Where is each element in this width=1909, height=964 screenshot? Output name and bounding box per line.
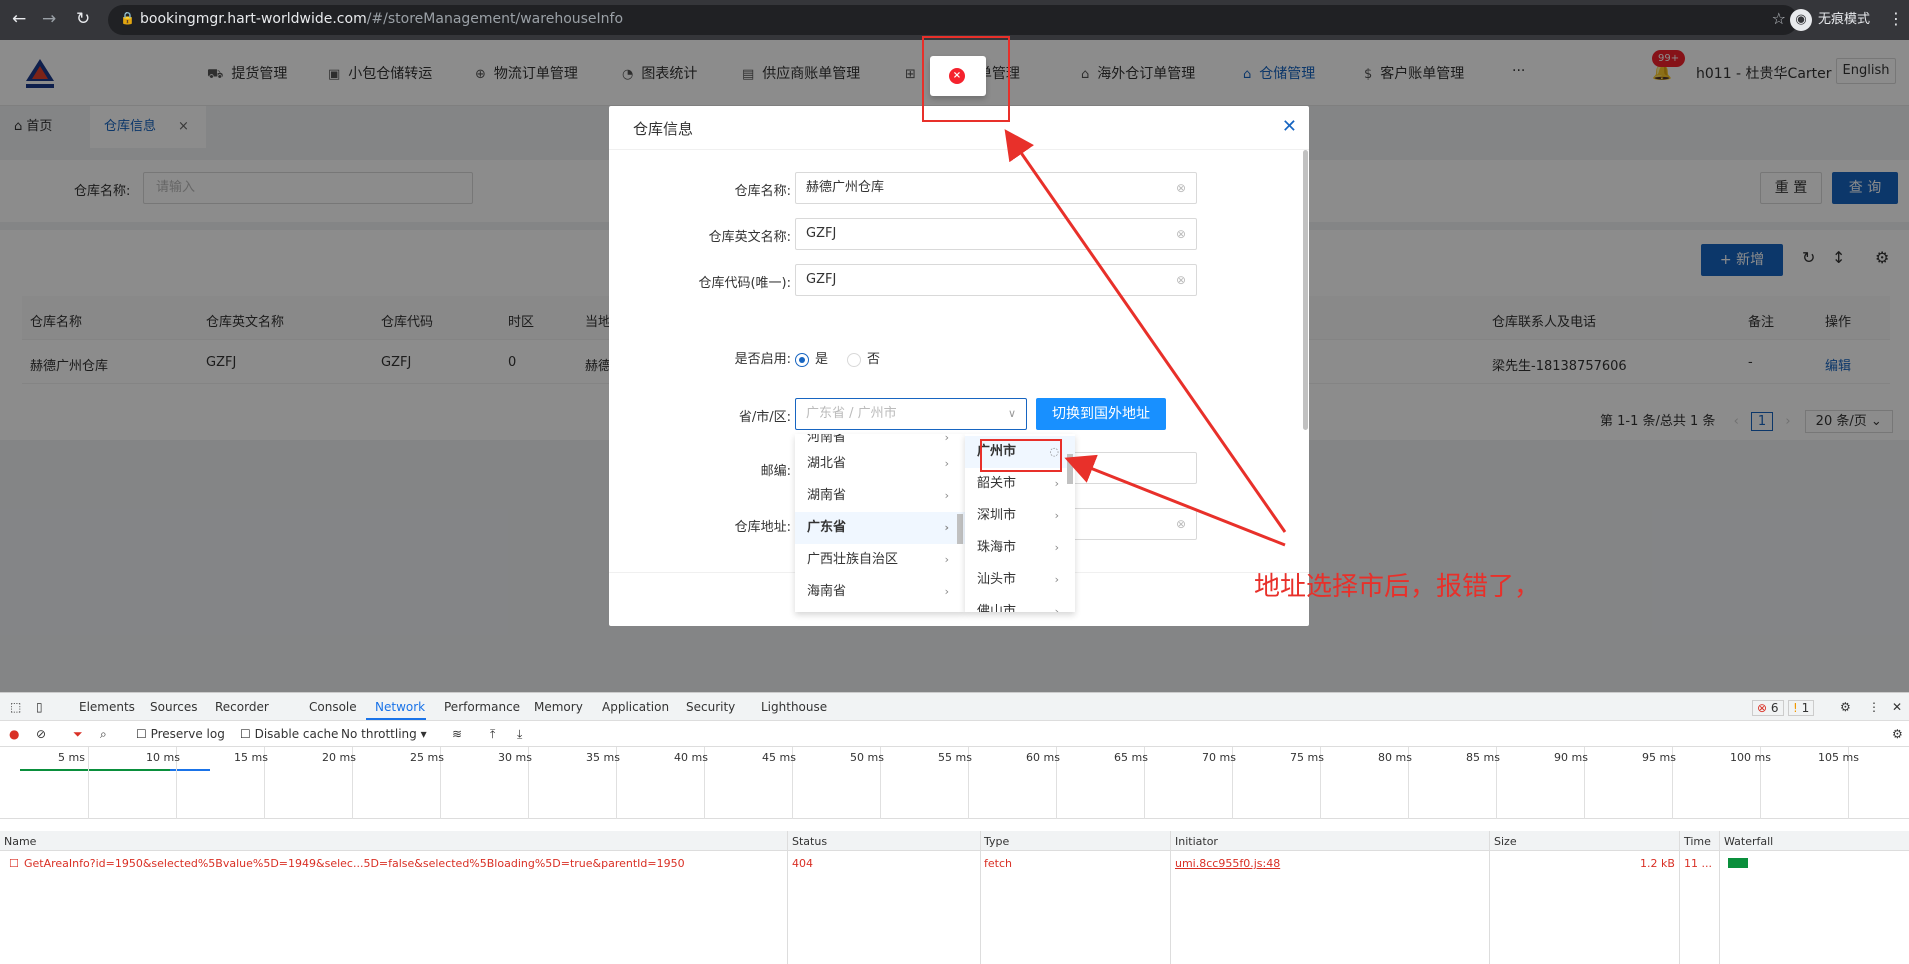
tab-console[interactable]: Console — [309, 700, 357, 714]
close-icon[interactable]: ✕ — [1892, 700, 1902, 714]
column-divider — [1170, 831, 1171, 964]
column-divider — [980, 831, 981, 964]
column-divider — [1489, 831, 1490, 964]
timeline-tick-label: 100 ms — [1730, 751, 1771, 764]
col-status[interactable]: Status — [792, 835, 827, 848]
timeline-tick-label: 95 ms — [1642, 751, 1676, 764]
settings-icon[interactable]: ⚙ — [1892, 727, 1903, 741]
wifi-icon[interactable]: ≋ — [452, 727, 462, 741]
col-type[interactable]: Type — [984, 835, 1009, 848]
clear-icon[interactable]: ⊘ — [36, 727, 46, 741]
col-name[interactable]: Name — [4, 835, 36, 848]
timeline-gridline — [88, 747, 89, 819]
network-timeline: 5 ms 10 ms 15 ms 20 ms 25 ms 30 ms 35 ms 40 ms 4… — [0, 747, 1909, 819]
col-initiator[interactable]: Initiator — [1175, 835, 1218, 848]
timeline-tick-label: 90 ms — [1554, 751, 1588, 764]
tab-performance[interactable]: Performance — [444, 700, 520, 714]
timeline-tick-label: 55 ms — [938, 751, 972, 764]
timeline-tick-label: 70 ms — [1202, 751, 1236, 764]
request-file-icon: ☐ — [9, 857, 19, 870]
request-row[interactable]: ☐ GetAreaInfo?id=1950&selected%5Bvalue%5… — [0, 853, 1909, 873]
device-toolbar-icon[interactable]: ▯ — [36, 700, 43, 714]
throttling-select[interactable]: No throttling ▾ — [341, 727, 427, 741]
request-type: fetch — [984, 857, 1012, 870]
request-initiator-link[interactable]: umi.8cc955f0.js:48 — [1175, 857, 1280, 870]
column-divider — [1719, 831, 1720, 964]
preserve-log-checkbox[interactable]: ☐ Preserve log — [136, 727, 225, 741]
disable-cache-checkbox[interactable]: ☐ Disable cache — [240, 727, 338, 741]
col-time[interactable]: Time — [1684, 835, 1711, 848]
search-icon[interactable]: ⌕ — [100, 727, 107, 742]
timeline-tick-label: 20 ms — [322, 751, 356, 764]
record-icon[interactable]: ● — [9, 727, 19, 741]
tab-elements[interactable]: Elements — [79, 700, 135, 714]
column-divider — [1679, 831, 1680, 964]
more-icon[interactable]: ⋮ — [1868, 700, 1880, 714]
devtools-panel: ⬚ ▯ Elements Sources Recorder Console Ne… — [0, 692, 1909, 964]
network-toolbar: ● ⊘ ⏷ ⌕ ☐ Preserve log ☐ Disable cache N… — [0, 721, 1909, 747]
request-table-header: Name Status Type Initiator Size Time Wat… — [0, 831, 1909, 851]
timeline-tick-label: 35 ms — [586, 751, 620, 764]
active-tab-underline — [366, 718, 426, 720]
timeline-tick-label: 45 ms — [762, 751, 796, 764]
error-count-badge[interactable]: ⊗ 6 — [1752, 700, 1784, 716]
col-size[interactable]: Size — [1494, 835, 1517, 848]
waterfall-bar — [1728, 858, 1748, 868]
request-status: 404 — [792, 857, 813, 870]
timeline-tick-label: 40 ms — [674, 751, 708, 764]
tab-application[interactable]: Application — [602, 700, 669, 714]
devtools-tabs: ⬚ ▯ Elements Sources Recorder Console Ne… — [0, 693, 1909, 721]
annotation-text: 地址选择市后，报错了， — [1254, 572, 1541, 602]
timeline-tick-label: 5 ms — [58, 751, 85, 764]
arrow-to-toast — [1004, 129, 1287, 533]
timeline-tick-label: 65 ms — [1114, 751, 1148, 764]
request-name[interactable]: GetAreaInfo?id=1950&selected%5Bvalue%5D=… — [24, 857, 685, 870]
timeline-tick-label: 25 ms — [410, 751, 444, 764]
arrow-to-city — [1064, 454, 1286, 547]
timeline-tick-label: 60 ms — [1026, 751, 1060, 764]
tab-sources[interactable]: Sources — [150, 700, 197, 714]
inspect-icon[interactable]: ⬚ — [10, 700, 21, 714]
timeline-tick-label: 15 ms — [234, 751, 268, 764]
timeline-tick-label: 75 ms — [1290, 751, 1324, 764]
col-waterfall[interactable]: Waterfall — [1724, 835, 1773, 848]
tab-recorder[interactable]: Recorder — [215, 700, 269, 714]
column-divider — [787, 831, 788, 964]
tab-lighthouse[interactable]: Lighthouse — [761, 700, 827, 714]
tab-memory[interactable]: Memory — [534, 700, 583, 714]
request-size: 1.2 kB — [1640, 857, 1675, 870]
upload-icon[interactable]: ⤒ — [490, 727, 495, 742]
timeline-tick-label: 85 ms — [1466, 751, 1500, 764]
timeline-tick-label: 80 ms — [1378, 751, 1412, 764]
timeline-tick-label: 30 ms — [498, 751, 532, 764]
download-icon[interactable]: ⤓ — [517, 727, 522, 742]
request-time: 11 ... — [1684, 857, 1712, 870]
timeline-tick-label: 50 ms — [850, 751, 884, 764]
settings-icon[interactable]: ⚙ — [1840, 700, 1851, 714]
filter-icon[interactable]: ⏷ — [73, 727, 83, 742]
warning-count-badge[interactable]: ! 1 — [1788, 700, 1815, 716]
tab-security[interactable]: Security — [686, 700, 735, 714]
tab-network[interactable]: Network — [375, 700, 425, 714]
timeline-tick-label: 10 ms — [146, 751, 180, 764]
timeline-tick-label: 105 ms — [1818, 751, 1859, 764]
